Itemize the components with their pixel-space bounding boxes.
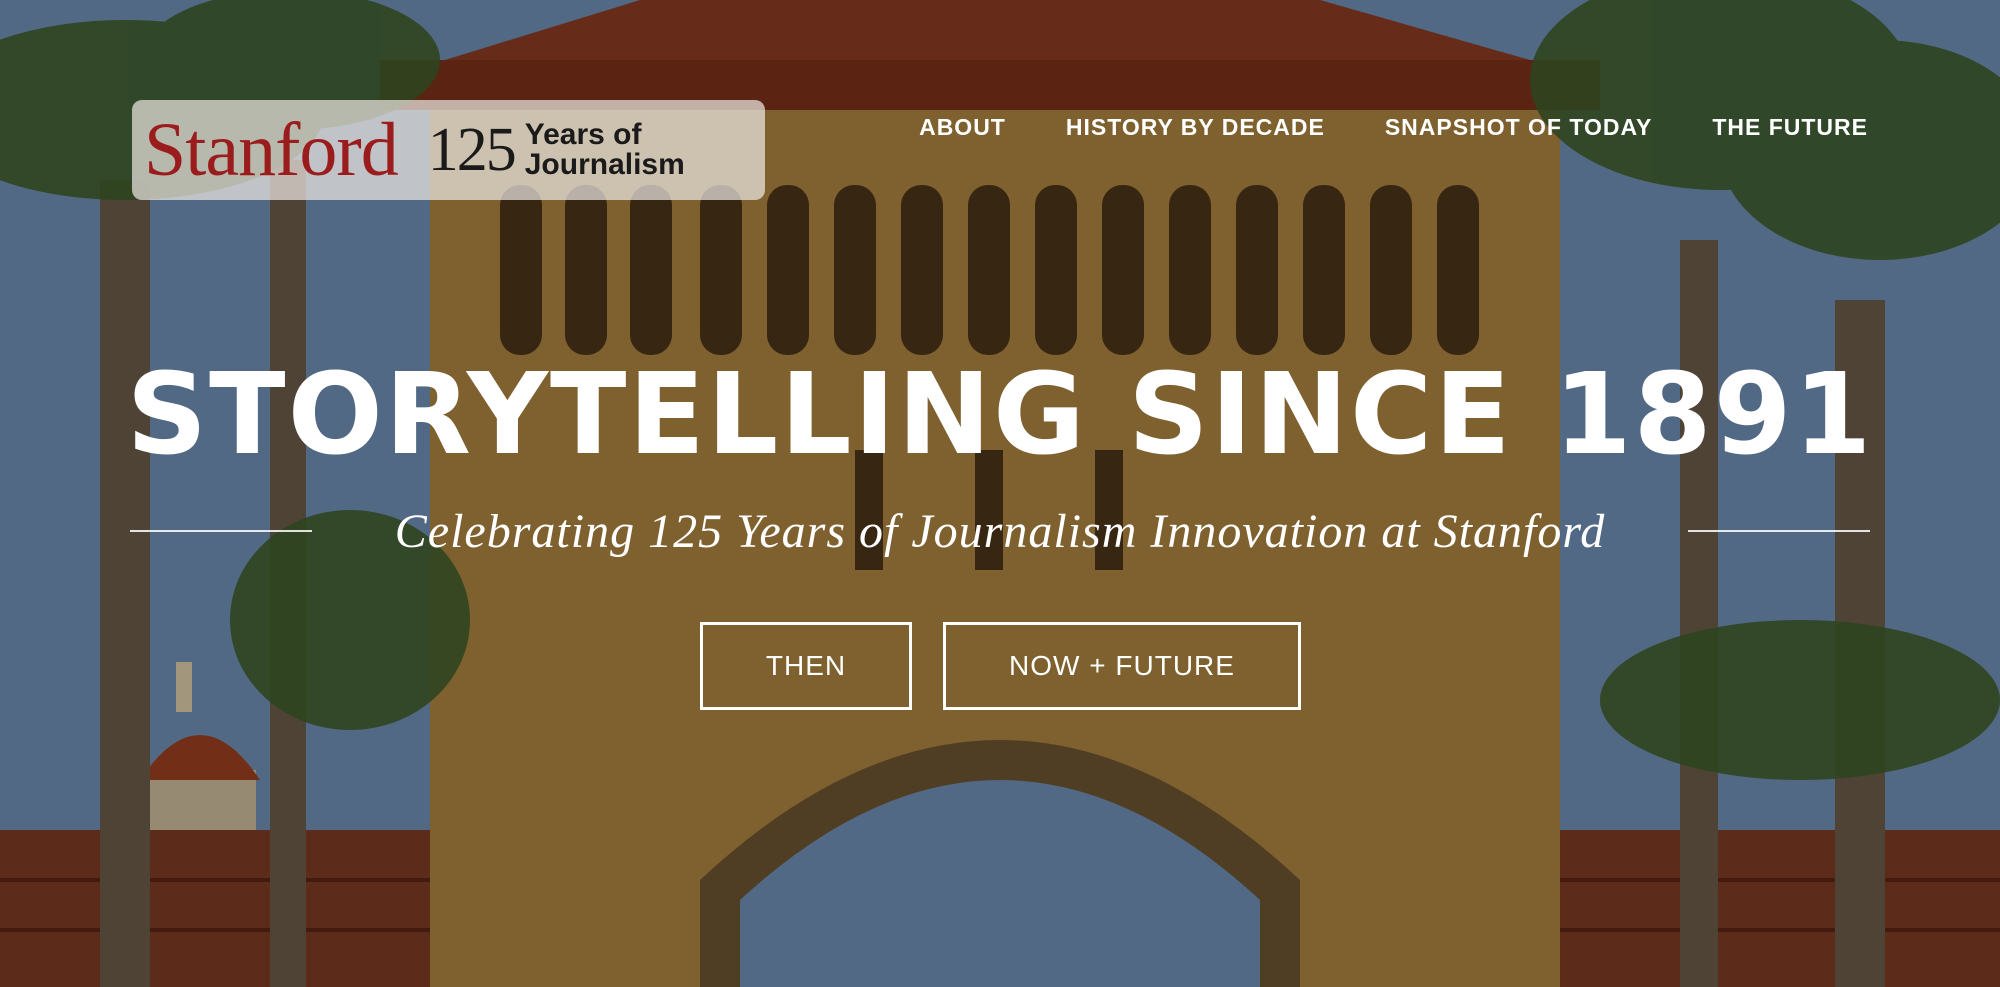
logo-subtitle-line1: Years of bbox=[524, 118, 642, 151]
nav-snapshot-of-today[interactable]: SNAPSHOT OF TODAY bbox=[1385, 114, 1652, 141]
nav-history-by-decade[interactable]: HISTORY BY DECADE bbox=[1066, 114, 1325, 141]
hero-section: Stanford 125 Years of Journalism ABOUT H… bbox=[0, 0, 2000, 987]
nav-about[interactable]: ABOUT bbox=[919, 114, 1006, 141]
logo-subtitle-line2: Journalism bbox=[524, 148, 685, 181]
hero-title: STORYTELLING SINCE 1891 bbox=[126, 350, 1874, 480]
logo-subtitle: Years of Journalism bbox=[525, 120, 685, 180]
site-logo[interactable]: Stanford 125 Years of Journalism bbox=[132, 100, 765, 200]
then-button[interactable]: THEN bbox=[700, 622, 912, 710]
hero-tagline: Celebrating 125 Years of Journalism Inno… bbox=[394, 505, 1606, 558]
tagline-divider-right bbox=[1688, 530, 1870, 532]
now-future-button[interactable]: NOW + FUTURE bbox=[943, 622, 1301, 710]
logo-brand: Stanford bbox=[144, 107, 399, 192]
main-nav: ABOUT HISTORY BY DECADE SNAPSHOT OF TODA… bbox=[919, 114, 1868, 141]
nav-the-future[interactable]: THE FUTURE bbox=[1712, 114, 1868, 141]
tagline-row: Celebrating 125 Years of Journalism Inno… bbox=[130, 504, 1870, 564]
logo-years-number: 125 bbox=[427, 115, 517, 184]
